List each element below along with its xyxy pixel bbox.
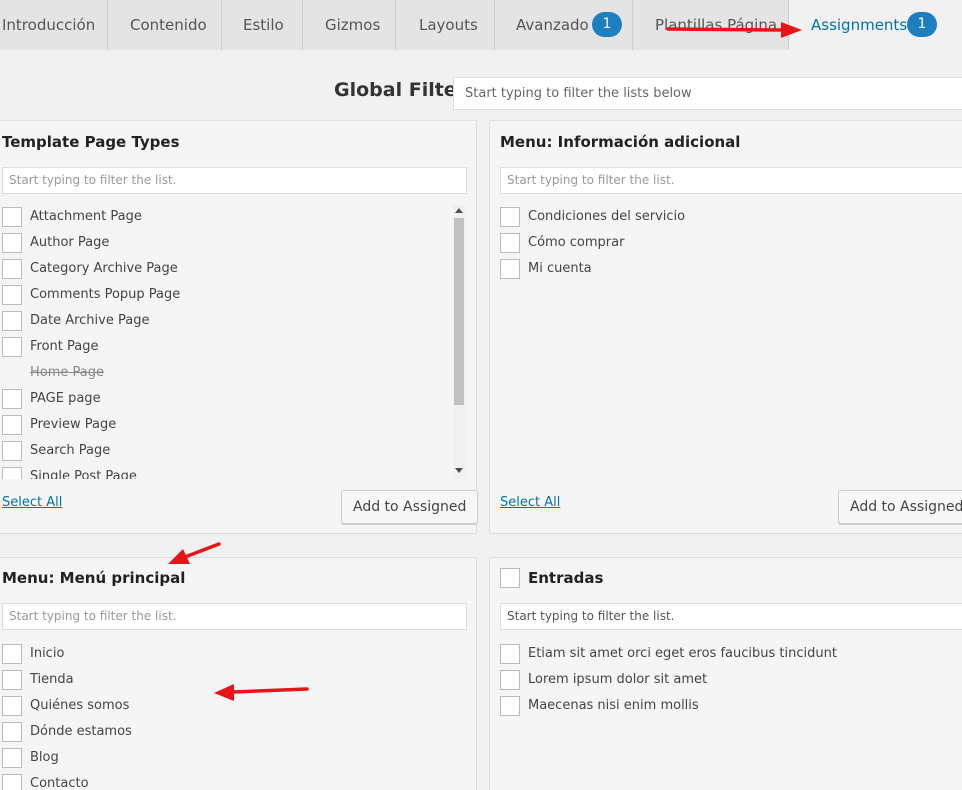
item-label: Cómo comprar (528, 235, 625, 250)
checkbox[interactable] (2, 748, 22, 768)
annotation-arrow-icon (183, 542, 221, 559)
item-label: Attachment Page (30, 209, 142, 224)
checkbox[interactable] (2, 207, 22, 227)
tab-assignments[interactable]: Assignments 1 (789, 0, 962, 51)
checkbox[interactable] (2, 441, 22, 461)
count-badge: 1 (592, 12, 622, 37)
item-label: Quiénes somos (30, 698, 130, 713)
item-label: Category Archive Page (30, 261, 178, 276)
global-filter-label: Global Filter (334, 79, 467, 101)
menu-principal-filter-input[interactable]: Start typing to filter the list. (2, 603, 467, 630)
checkbox[interactable] (2, 467, 22, 479)
tab-gizmos[interactable]: Gizmos (303, 0, 396, 50)
item-label: Tienda (30, 672, 74, 687)
panel-title: Menu: Información adicional (500, 133, 741, 151)
scroll-up-icon[interactable] (455, 208, 463, 213)
item-label: Maecenas nisi enim mollis (528, 698, 699, 713)
item-label: Home Page (30, 365, 104, 380)
checkbox[interactable] (2, 311, 22, 331)
menu-info-filter-input[interactable]: Start typing to filter the list. (500, 167, 962, 194)
menu-info-list: Condiciones del servicio Cómo comprar Mi… (500, 205, 960, 285)
add-to-assigned-button[interactable]: Add to Assigned (341, 490, 479, 524)
tab-label: Contenido (130, 16, 207, 34)
tab-plantillas-pagina[interactable]: Plantillas Página (633, 0, 789, 50)
tab-label: Plantillas Página (655, 16, 778, 34)
entradas-list: Etiam sit amet orci eget eros faucibus t… (500, 642, 960, 722)
checkbox[interactable] (2, 774, 22, 790)
checkbox[interactable] (500, 696, 520, 716)
select-all-link[interactable]: Select All (2, 495, 62, 510)
select-all-entradas-checkbox[interactable] (500, 568, 520, 588)
item-label: Preview Page (30, 417, 117, 432)
item-label: Author Page (30, 235, 110, 250)
tab-label: Assignments (811, 16, 908, 34)
tab-layouts[interactable]: Layouts (396, 0, 495, 50)
panel-title: Menu: Menú principal (2, 569, 186, 587)
tab-bar: Introducción Contenido Estilo Gizmos Lay… (0, 0, 962, 51)
item-label: Mi cuenta (528, 261, 592, 276)
item-label: Search Page (30, 443, 111, 458)
item-label: Inicio (30, 646, 65, 661)
item-label: Lorem ipsum dolor sit amet (528, 672, 708, 687)
checkbox[interactable] (2, 285, 22, 305)
menu-principal-list: Inicio Tienda Quiénes somos Dónde estamo… (2, 642, 452, 790)
checkbox[interactable] (2, 389, 22, 409)
tab-contenido[interactable]: Contenido (108, 0, 222, 50)
checkbox[interactable] (2, 644, 22, 664)
panel-title: Template Page Types (2, 133, 180, 151)
item-label: Contacto (30, 776, 89, 790)
scroll-down-icon[interactable] (455, 468, 463, 473)
add-to-assigned-button[interactable]: Add to Assigned (838, 490, 962, 524)
checkbox[interactable] (2, 415, 22, 435)
item-label: PAGE page (30, 391, 101, 406)
tab-avanzado[interactable]: Avanzado 1 (495, 0, 633, 50)
checkbox[interactable] (2, 233, 22, 253)
tab-label: Avanzado (516, 16, 589, 34)
checkbox[interactable] (2, 670, 22, 690)
item-label: Etiam sit amet orci eget eros faucibus t… (528, 646, 837, 661)
active-tab-indicator (858, 44, 874, 51)
checkbox[interactable] (2, 259, 22, 279)
template-types-filter-input[interactable]: Start typing to filter the list. (2, 167, 467, 194)
tab-estilo[interactable]: Estilo (222, 0, 303, 50)
tab-introduccion[interactable]: Introducción (0, 0, 108, 50)
checkbox[interactable] (500, 207, 520, 227)
item-label: Comments Popup Page (30, 287, 181, 302)
checkbox[interactable] (2, 337, 22, 357)
item-label: Front Page (30, 339, 99, 354)
checkbox[interactable] (500, 259, 520, 279)
select-all-link[interactable]: Select All (500, 495, 560, 510)
item-label: Single Post Page (30, 469, 137, 479)
item-label: Condiciones del servicio (528, 209, 686, 224)
item-label: Date Archive Page (30, 313, 150, 328)
checkbox[interactable] (500, 233, 520, 253)
tab-label: Estilo (243, 16, 284, 34)
panel-title: Entradas (528, 569, 604, 587)
scroll-thumb[interactable] (454, 218, 464, 405)
checkbox[interactable] (500, 670, 520, 690)
list-scrollbar[interactable] (453, 205, 465, 479)
template-types-list: Attachment Page Author Page Category Arc… (2, 205, 452, 479)
tab-label: Layouts (419, 16, 478, 34)
entradas-filter-input[interactable]: Start typing to filter the list. (500, 603, 962, 630)
item-label: Blog (30, 750, 59, 765)
tab-label: Introducción (2, 16, 96, 34)
count-badge: 1 (907, 12, 937, 37)
checkbox[interactable] (2, 722, 22, 742)
tab-label: Gizmos (325, 16, 381, 34)
checkbox[interactable] (2, 696, 22, 716)
checkbox[interactable] (500, 644, 520, 664)
item-label: Dónde estamos (30, 724, 132, 739)
global-filter-input[interactable]: Start typing to filter the lists below (453, 77, 962, 110)
